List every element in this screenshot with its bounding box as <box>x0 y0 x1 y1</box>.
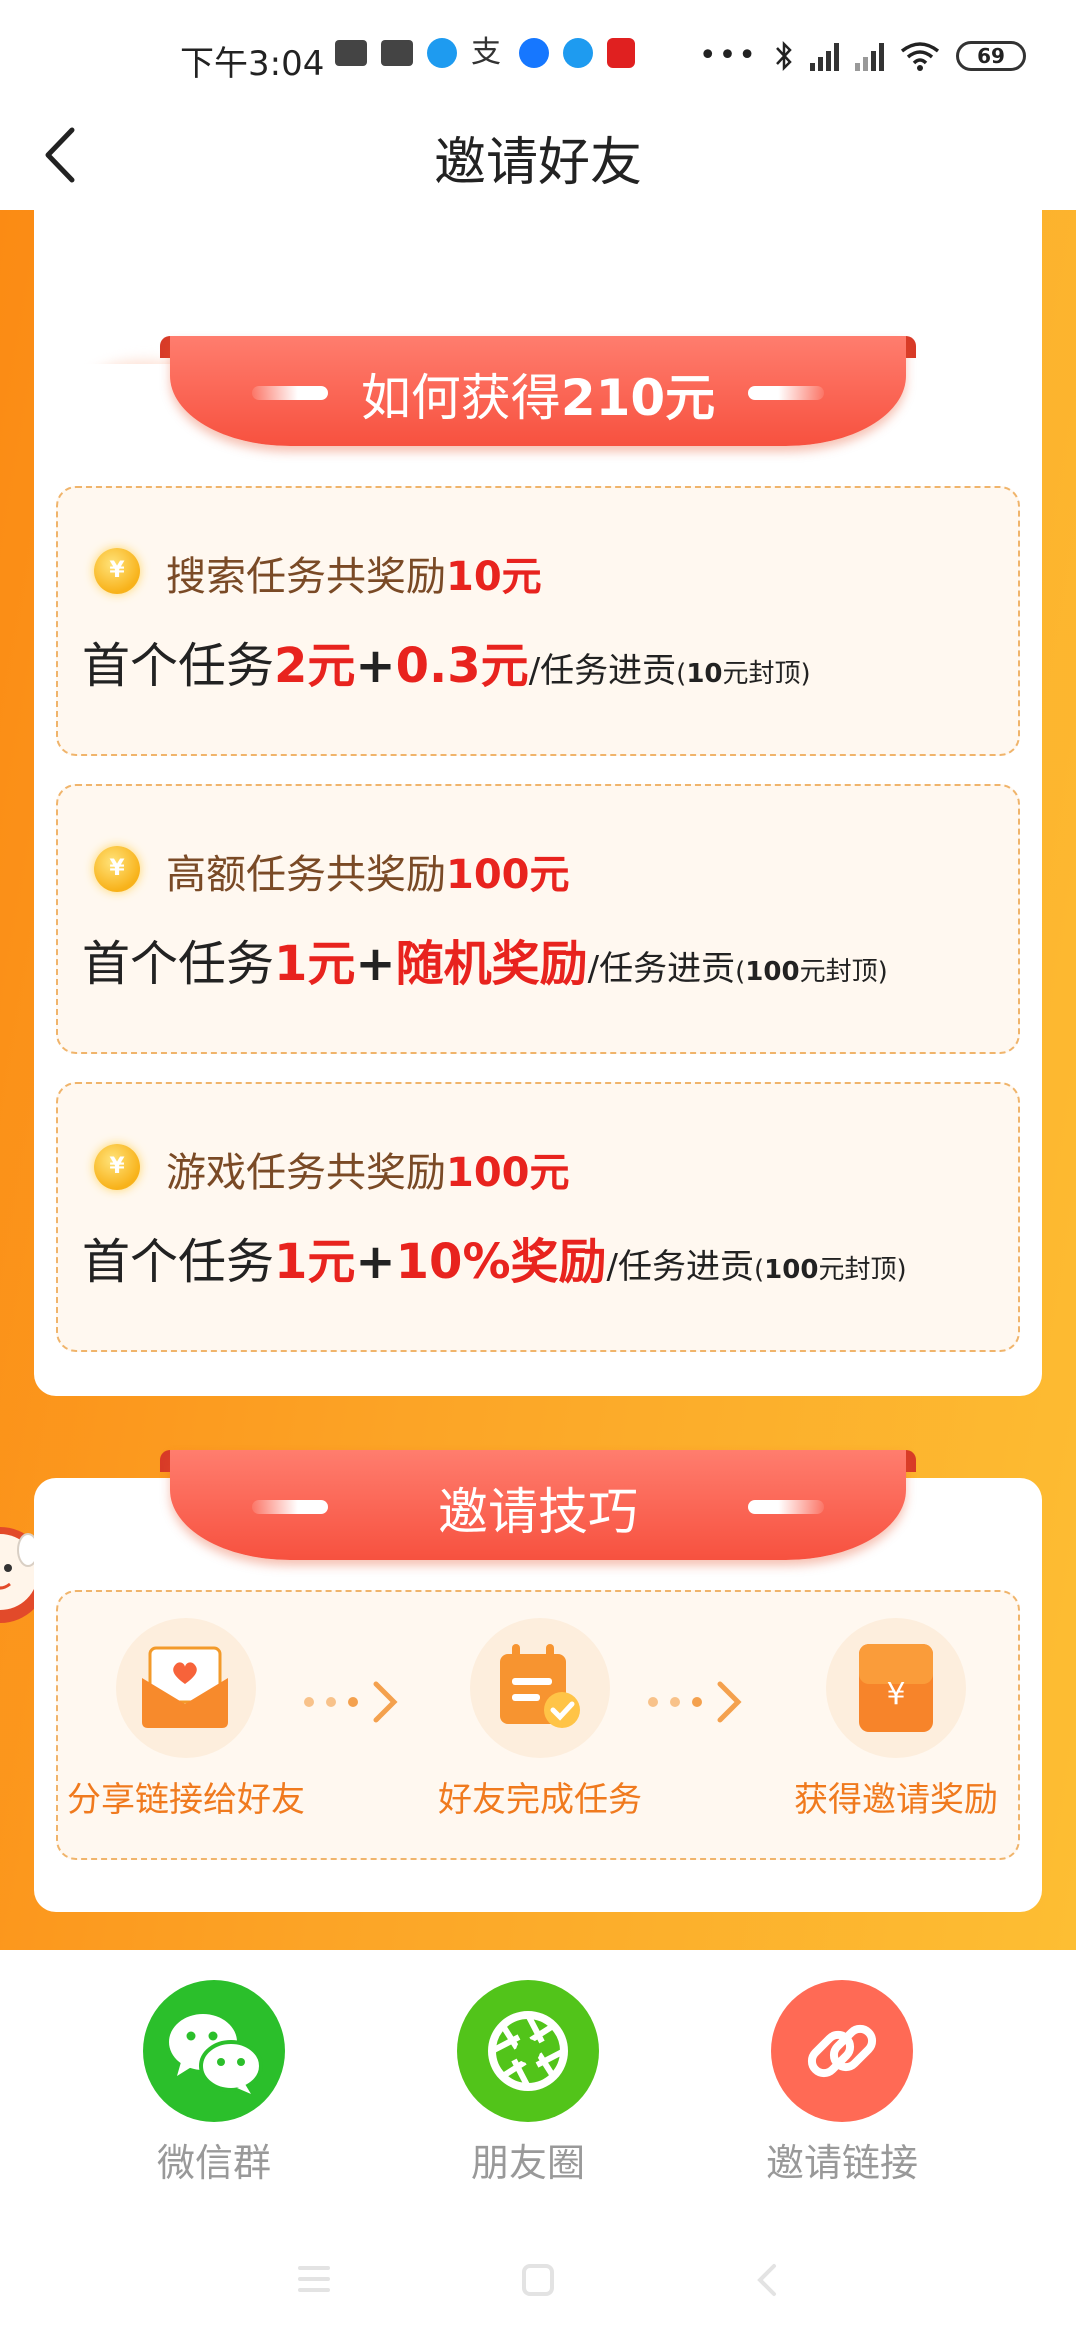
home-icon[interactable] <box>520 2262 556 2298</box>
task-heading: 高额任务共奖励100元 <box>166 852 570 898</box>
step-complete: 好友完成任务 <box>420 1618 660 1821</box>
step-reward: ¥ 获得邀请奖励 <box>776 1618 1016 1821</box>
task-heading: 游戏任务共奖励100元 <box>166 1150 570 1196</box>
message-icon <box>335 40 367 66</box>
coin-icon: ¥ <box>94 548 140 594</box>
task-card-premium: ¥ 高额任务共奖励100元 首个任务1元+随机奖励/任务进贡(100元封顶) <box>56 784 1020 1054</box>
step-share: 分享链接给好友 <box>66 1618 306 1821</box>
app-icon <box>427 38 457 68</box>
share-wechat-group[interactable]: 微信群 <box>114 1980 314 2187</box>
yuan-reward-icon: ¥ <box>859 1644 933 1732</box>
step-arrow-icon <box>648 1680 744 1724</box>
step-icon-bg <box>470 1618 610 1758</box>
task-card-game: ¥ 游戏任务共奖励100元 首个任务1元+10%奖励/任务进贡(100元封顶) <box>56 1082 1020 1352</box>
main-content[interactable]: 如何获得210元 ¥ 搜索任务共奖励10元 首个任务2元+0.3元/任务进贡(1… <box>0 210 1076 1950</box>
task-detail: 首个任务2元+0.3元/任务进贡(10元封顶) <box>82 638 811 694</box>
share-label: 微信群 <box>156 2141 271 2185</box>
alipay-icon: 支 <box>471 35 501 70</box>
invite-steps: 分享链接给好友 好友完成任务 ¥ 获得邀请奖励 <box>56 1590 1020 1860</box>
step-label: 获得邀请奖励 <box>794 1780 998 1820</box>
page-title: 邀请好友 <box>433 133 642 193</box>
section-ribbon: 邀请技巧 <box>160 1450 916 1560</box>
message-icon <box>381 40 413 66</box>
app-icon <box>519 38 549 68</box>
share-moments[interactable]: 朋友圈 <box>428 1980 628 2187</box>
bluetooth-icon <box>776 40 792 71</box>
share-label: 邀请链接 <box>765 2141 918 2185</box>
link-icon[interactable] <box>771 1980 913 2122</box>
wechat-icon[interactable] <box>143 1980 285 2122</box>
task-detail: 首个任务1元+随机奖励/任务进贡(100元封顶) <box>82 936 888 992</box>
system-indicators: ••• 69 <box>699 38 1026 73</box>
svg-text:¥: ¥ <box>886 1677 905 1712</box>
step-icon-bg <box>116 1618 256 1758</box>
coin-icon: ¥ <box>94 846 140 892</box>
task-card-search: ¥ 搜索任务共奖励10元 首个任务2元+0.3元/任务进贡(10元封顶) <box>56 486 1020 756</box>
menu-icon[interactable] <box>296 2262 332 2296</box>
step-icon-bg: ¥ <box>826 1618 966 1758</box>
more-notifications-icon: ••• <box>698 38 758 73</box>
step-label: 好友完成任务 <box>438 1780 642 1820</box>
back-nav-icon[interactable] <box>752 2262 782 2298</box>
share-bar: 微信群 朋友圈 邀请链接 <box>0 1950 1076 2336</box>
section-title: 邀请技巧 <box>438 1483 638 1541</box>
share-invite-link[interactable]: 邀请链接 <box>742 1980 942 2187</box>
system-nav-bar <box>0 2240 1076 2336</box>
status-bar: 下午3:04 支 ••• 69 <box>0 0 1076 100</box>
battery-icon: 69 <box>956 40 1026 71</box>
signal-icon <box>810 41 839 71</box>
app-icon <box>607 38 635 68</box>
calendar-check-icon <box>500 1644 580 1728</box>
section-title: 如何获得210元 <box>360 369 716 427</box>
notification-icons: 支 <box>335 38 635 68</box>
step-label: 分享链接给好友 <box>67 1780 305 1820</box>
title-bar: 邀请好友 <box>0 100 1076 210</box>
app-icon <box>563 38 593 68</box>
envelope-heart-icon <box>142 1646 228 1728</box>
invite-tips-card: 邀请技巧 分享链接给好友 好友完成任务 ¥ 获得邀请奖励 <box>34 1450 1042 1912</box>
section-ribbon: 如何获得210元 <box>160 336 916 446</box>
task-heading: 搜索任务共奖励10元 <box>166 554 542 600</box>
share-label: 朋友圈 <box>470 2141 585 2185</box>
how-to-earn-card: 如何获得210元 ¥ 搜索任务共奖励10元 首个任务2元+0.3元/任务进贡(1… <box>34 336 1042 1396</box>
status-time: 下午3:04 <box>180 44 325 84</box>
step-arrow-icon <box>304 1680 400 1724</box>
coin-icon: ¥ <box>94 1144 140 1190</box>
moments-icon[interactable] <box>457 1980 599 2122</box>
task-detail: 首个任务1元+10%奖励/任务进贡(100元封顶) <box>82 1234 907 1290</box>
wifi-icon <box>900 41 940 71</box>
signal-icon <box>855 41 884 71</box>
